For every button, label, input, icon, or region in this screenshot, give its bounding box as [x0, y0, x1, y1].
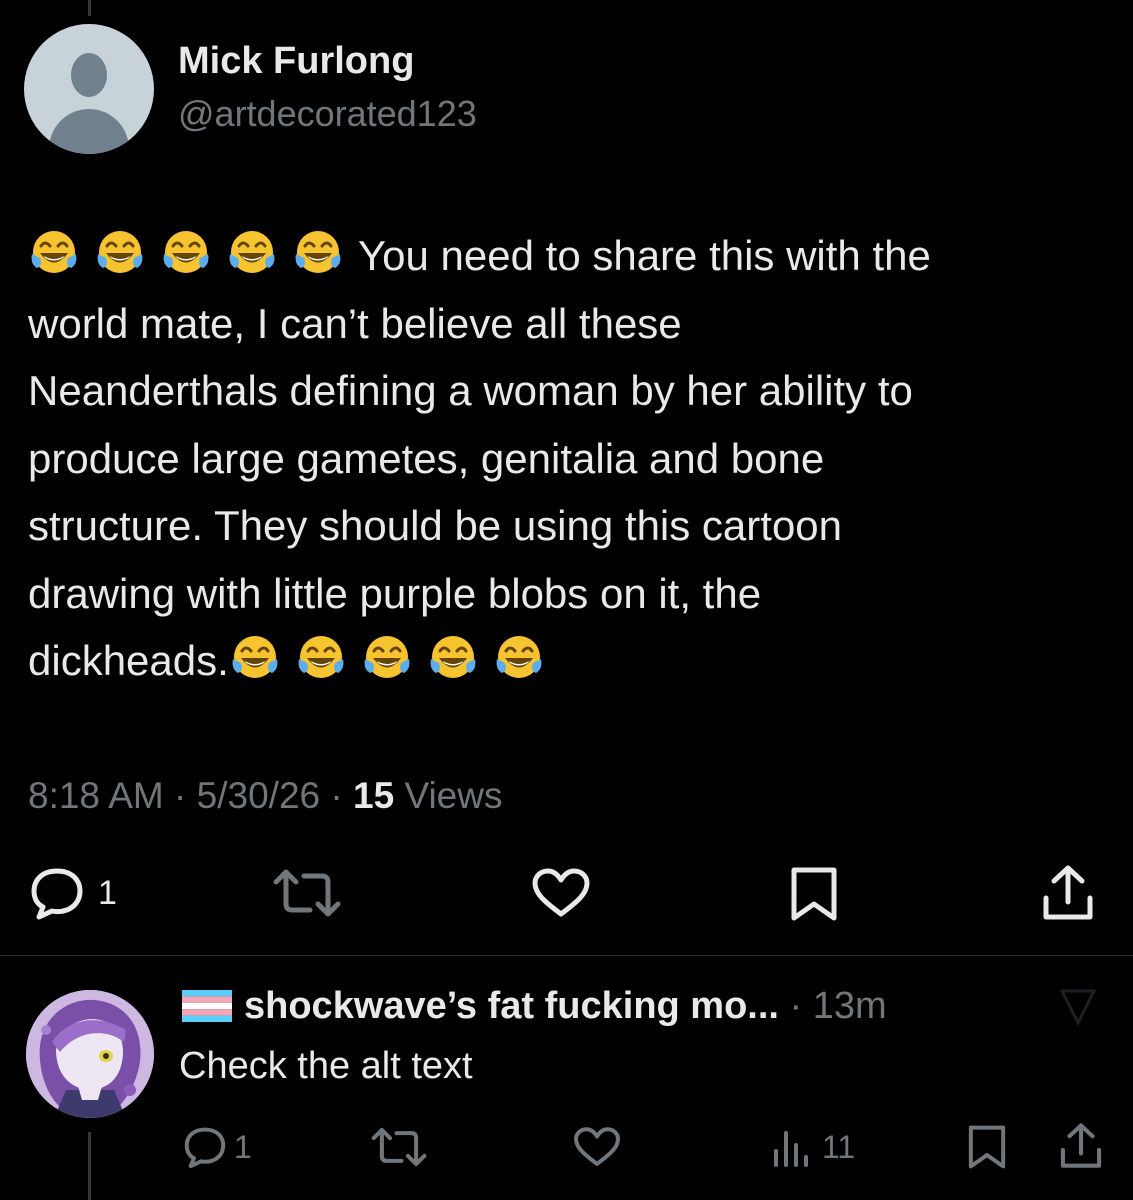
tweet-line-6: drawing with little purple blobs on it, … [28, 569, 762, 617]
views-label: Views [404, 775, 503, 816]
reply-text: Check the alt text [179, 1045, 473, 1087]
face-with-tears-of-joy-icon [229, 231, 275, 273]
face-with-tears-of-joy-icon [430, 636, 476, 678]
tweet-line-7-text: dickheads. [28, 637, 229, 684]
face-with-tears-of-joy-icon [163, 231, 209, 273]
tweet-date[interactable]: 5/30/26 [197, 775, 320, 816]
share-icon [1060, 1123, 1102, 1168]
reply-share-button[interactable] [1058, 1121, 1104, 1171]
author-handle[interactable]: @artdecorated123 [178, 93, 477, 135]
reply-views-button[interactable]: 11 [770, 1125, 855, 1169]
meta-separator: · [174, 775, 197, 816]
reply-separator: · [789, 985, 813, 1027]
bookmark-button[interactable] [788, 866, 840, 922]
face-with-tears-of-joy-icon [298, 636, 344, 678]
face-with-tears-of-joy-icon [496, 636, 542, 678]
transgender-flag-icon [182, 990, 232, 1022]
tweet-time[interactable]: 8:18 AM [28, 775, 164, 816]
reply-like-button[interactable] [572, 1125, 622, 1169]
reply-actions: 1 11 [0, 1115, 1133, 1175]
face-with-tears-of-joy-icon [364, 636, 410, 678]
reply-reply-button[interactable]: 1 [182, 1125, 252, 1169]
reply-button[interactable]: 1 [28, 866, 117, 920]
views-count: 15 [353, 775, 395, 816]
author-avatar[interactable] [24, 24, 154, 154]
reply-icon [31, 868, 83, 920]
reply-author-avatar[interactable] [26, 990, 154, 1118]
reply-more-menu[interactable] [1056, 985, 1100, 1034]
retweet-icon [273, 869, 341, 917]
meta-separator: · [330, 775, 353, 816]
thread-connector-top [88, 0, 91, 16]
tweet-divider [0, 955, 1133, 956]
tweet-line-5: structure. They should be using this car… [28, 502, 843, 549]
laughing-emoji-group-end [229, 636, 559, 684]
tweet-actions: 1 [0, 858, 1133, 928]
default-avatar-head [71, 53, 107, 97]
reply-icon [184, 1127, 226, 1169]
share-button[interactable] [1040, 864, 1096, 922]
default-avatar-body [49, 109, 129, 154]
chevron-down-icon [1059, 989, 1097, 1027]
reply-retweet-button[interactable] [370, 1125, 428, 1169]
face-with-tears-of-joy-icon [232, 636, 278, 678]
heart-icon [532, 868, 590, 917]
bookmark-icon [968, 1125, 1006, 1169]
tweet-meta: 8:18 AM · 5/30/26 · 15 Views [28, 775, 502, 817]
reply-bookmark-button[interactable] [966, 1123, 1008, 1171]
like-button[interactable] [530, 866, 592, 920]
reply-header: shockwave’s fat fucking mo... · 13m [182, 985, 887, 1028]
reply-author-name[interactable]: shockwave’s fat fucking mo... [244, 985, 779, 1027]
reply-count: 1 [98, 873, 117, 912]
tweet-text: You need to share this with the world ma… [28, 222, 1108, 695]
face-with-tears-of-joy-icon [31, 231, 77, 273]
share-icon [1043, 865, 1093, 920]
face-with-tears-of-joy-icon [97, 231, 143, 273]
reply-reply-count: 1 [234, 1128, 252, 1165]
tweet-line-3: Neanderthals defining a woman by her abi… [28, 367, 913, 414]
retweet-button[interactable] [272, 866, 342, 920]
retweet-icon [371, 1127, 427, 1167]
reply-views-count: 11 [822, 1128, 856, 1165]
tweet-line-7: dickheads. [28, 627, 1108, 695]
laughing-emoji-group-start [28, 231, 358, 279]
tweet-line-1-text: You need to share this with the [358, 232, 931, 279]
tweet-line-4: produce large gametes, genitalia and bon… [28, 434, 825, 482]
heart-icon [574, 1127, 620, 1166]
bookmark-icon [791, 867, 837, 921]
reply-time[interactable]: 13m [813, 985, 887, 1027]
author-name[interactable]: Mick Furlong [178, 40, 414, 83]
anime-avatar-image [26, 990, 154, 1118]
face-with-tears-of-joy-icon [295, 231, 341, 273]
tweet-line-2: world mate, I can’t believe all these [28, 299, 682, 347]
tweet-line-1: You need to share this with the [28, 222, 1108, 290]
analytics-icon [774, 1131, 808, 1167]
